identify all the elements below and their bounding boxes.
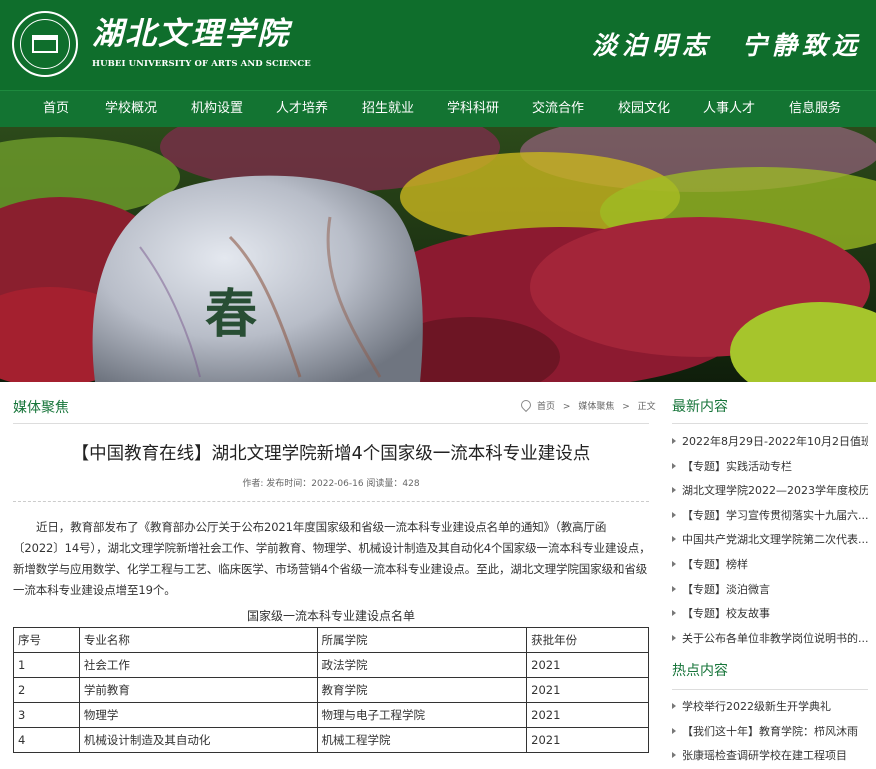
latest-list: 2022年8月29日-2022年10月2日值班... 【专题】实践活动专栏 湖北… [672,430,868,651]
table-row: 1 社会工作 政法学院 2021 [13,652,649,678]
main-nav: 首页 学校概况 机构设置 人才培养 招生就业 学科科研 交流合作 校园文化 人事… [0,90,876,127]
table-cell: 机械设计制造及其自动化 [78,727,318,753]
table-cell: 2021 [526,652,649,678]
table-cell: 3 [13,702,80,728]
table-cell: 物理与电子工程学院 [316,702,528,728]
breadcrumb-category[interactable]: 媒体聚焦 [578,402,614,412]
nav-item-about[interactable]: 学校概况 [105,91,157,127]
table-header-cell: 所属学院 [316,627,528,653]
table-row: 3 物理学 物理与电子工程学院 2021 [13,702,649,728]
bullet-arrow-icon [672,752,676,759]
bullet-arrow-icon [672,438,676,444]
latest-item[interactable]: 【专题】榜样 [672,553,868,578]
bullet-arrow-icon [672,487,676,494]
nav-item-education[interactable]: 人才培养 [276,91,328,127]
latest-title: 最新内容 [672,399,728,415]
hot-title: 热点内容 [672,663,728,679]
nav-item-info[interactable]: 信息服务 [789,91,841,127]
table-cell: 学前教育 [78,677,318,703]
location-pin-icon [518,397,534,413]
latest-item[interactable]: 湖北文理学院2022—2023学年度校历 [672,479,868,504]
school-name-cn[interactable]: 湖北文理学院 [92,16,290,52]
table-cell: 教育学院 [316,677,528,703]
nav-item-exchange[interactable]: 交流合作 [532,91,584,127]
bullet-arrow-icon [672,462,676,469]
divider [672,689,868,690]
hot-list: 学校举行2022级新生开学典礼 【我们这十年】教育学院：栉风沐雨 张康瑶检查调研… [672,695,868,769]
seal-ring [20,19,70,69]
nav-item-culture[interactable]: 校园文化 [618,91,670,127]
latest-item[interactable]: 中国共产党湖北文理学院第二次代表... [672,528,868,553]
breadcrumb-separator: > [622,402,630,412]
latest-item[interactable]: 2022年8月29日-2022年10月2日值班... [672,430,868,455]
table-cell: 1 [13,652,80,678]
table-header-cell: 专业名称 [78,627,318,653]
table-cell: 2 [13,677,80,703]
banner-illustration: 春 [0,127,876,382]
hot-item[interactable]: 【我们这十年】教育学院：栉风沐雨 [672,720,868,745]
nav-item-departments[interactable]: 机构设置 [191,91,243,127]
school-name-en: HUBEI UNIVERSITY OF ARTS AND SCIENCE [92,59,311,69]
table-cell: 机械工程学院 [316,727,528,753]
breadcrumb-separator: > [562,402,571,412]
table-header-row: 序号 专业名称 所属学院 获批年份 [13,627,649,653]
bullet-arrow-icon [672,727,676,734]
hot-item[interactable]: 学校举行2022级新生开学典礼 [672,695,868,720]
latest-item[interactable]: 【专题】淡泊微言 [672,578,868,603]
latest-item[interactable]: 【专题】实践活动专栏 [672,455,868,480]
nav-item-home[interactable]: 首页 [43,91,69,127]
bullet-arrow-icon [672,634,676,641]
table-header-cell: 获批年份 [526,627,649,653]
table-cell: 4 [13,727,80,753]
table-row: 4 机械设计制造及其自动化 机械工程学院 2021 [13,727,649,753]
divider [13,423,649,424]
latest-item[interactable]: 【专题】校友故事 [672,602,868,627]
latest-item[interactable]: 【专题】学习宣传贯彻落实十九届六... [672,504,868,529]
breadcrumb: 首页 > 媒体聚焦 > 正文 [518,397,656,413]
table-header-cell: 序号 [13,627,80,653]
divider [13,501,649,502]
article-body: 近日，教育部发布了《教育部办公厅关于公布2021年度国家级和省级一流本科专业建设… [13,520,651,597]
section-title: 媒体聚焦 [13,400,69,416]
bullet-arrow-icon [672,511,676,518]
nav-item-hr[interactable]: 人事人才 [703,91,755,127]
latest-item[interactable]: 关于公布各单位非教学岗位说明书的... [672,627,868,652]
bullet-arrow-icon [672,610,676,617]
table-cell: 政法学院 [316,652,528,678]
campus-banner-image: 春 [0,127,876,382]
divider [672,423,868,424]
bullet-arrow-icon [672,560,676,567]
table-cell: 2021 [526,677,649,703]
bullet-arrow-icon [672,536,676,543]
table-caption: 国家级一流本科专业建设点名单 [246,609,415,623]
building-icon [32,35,58,53]
bullet-arrow-icon [672,703,676,709]
majors-table: 序号 专业名称 所属学院 获批年份 1 社会工作 政法学院 2021 2 学前教… [13,627,649,753]
table-cell: 2021 [526,727,649,753]
article-title: 【中国教育在线】湖北文理学院新增4个国家级一流本科专业建设点 [71,444,591,464]
hot-item[interactable]: 张康瑶检查调研学校在建工程项目 [672,744,868,769]
site-header: 湖北文理学院 HUBEI UNIVERSITY OF ARTS AND SCIE… [0,0,876,90]
banner-character: 春 [205,284,257,345]
nav-item-research[interactable]: 学科科研 [447,91,499,127]
breadcrumb-current: 正文 [637,402,656,412]
nav-item-admissions[interactable]: 招生就业 [362,91,414,127]
table-cell: 2021 [526,702,649,728]
school-seal-logo[interactable] [12,11,78,77]
school-motto: 淡泊明志 宁静致远 [591,31,862,60]
breadcrumb-home[interactable]: 首页 [537,402,555,412]
table-cell: 物理学 [78,702,318,728]
article-meta: 作者: 发布时间：2022-06-16 阅读量：428 [242,479,420,489]
bullet-arrow-icon [672,585,676,592]
table-row: 2 学前教育 教育学院 2021 [13,677,649,703]
table-cell: 社会工作 [78,652,318,678]
